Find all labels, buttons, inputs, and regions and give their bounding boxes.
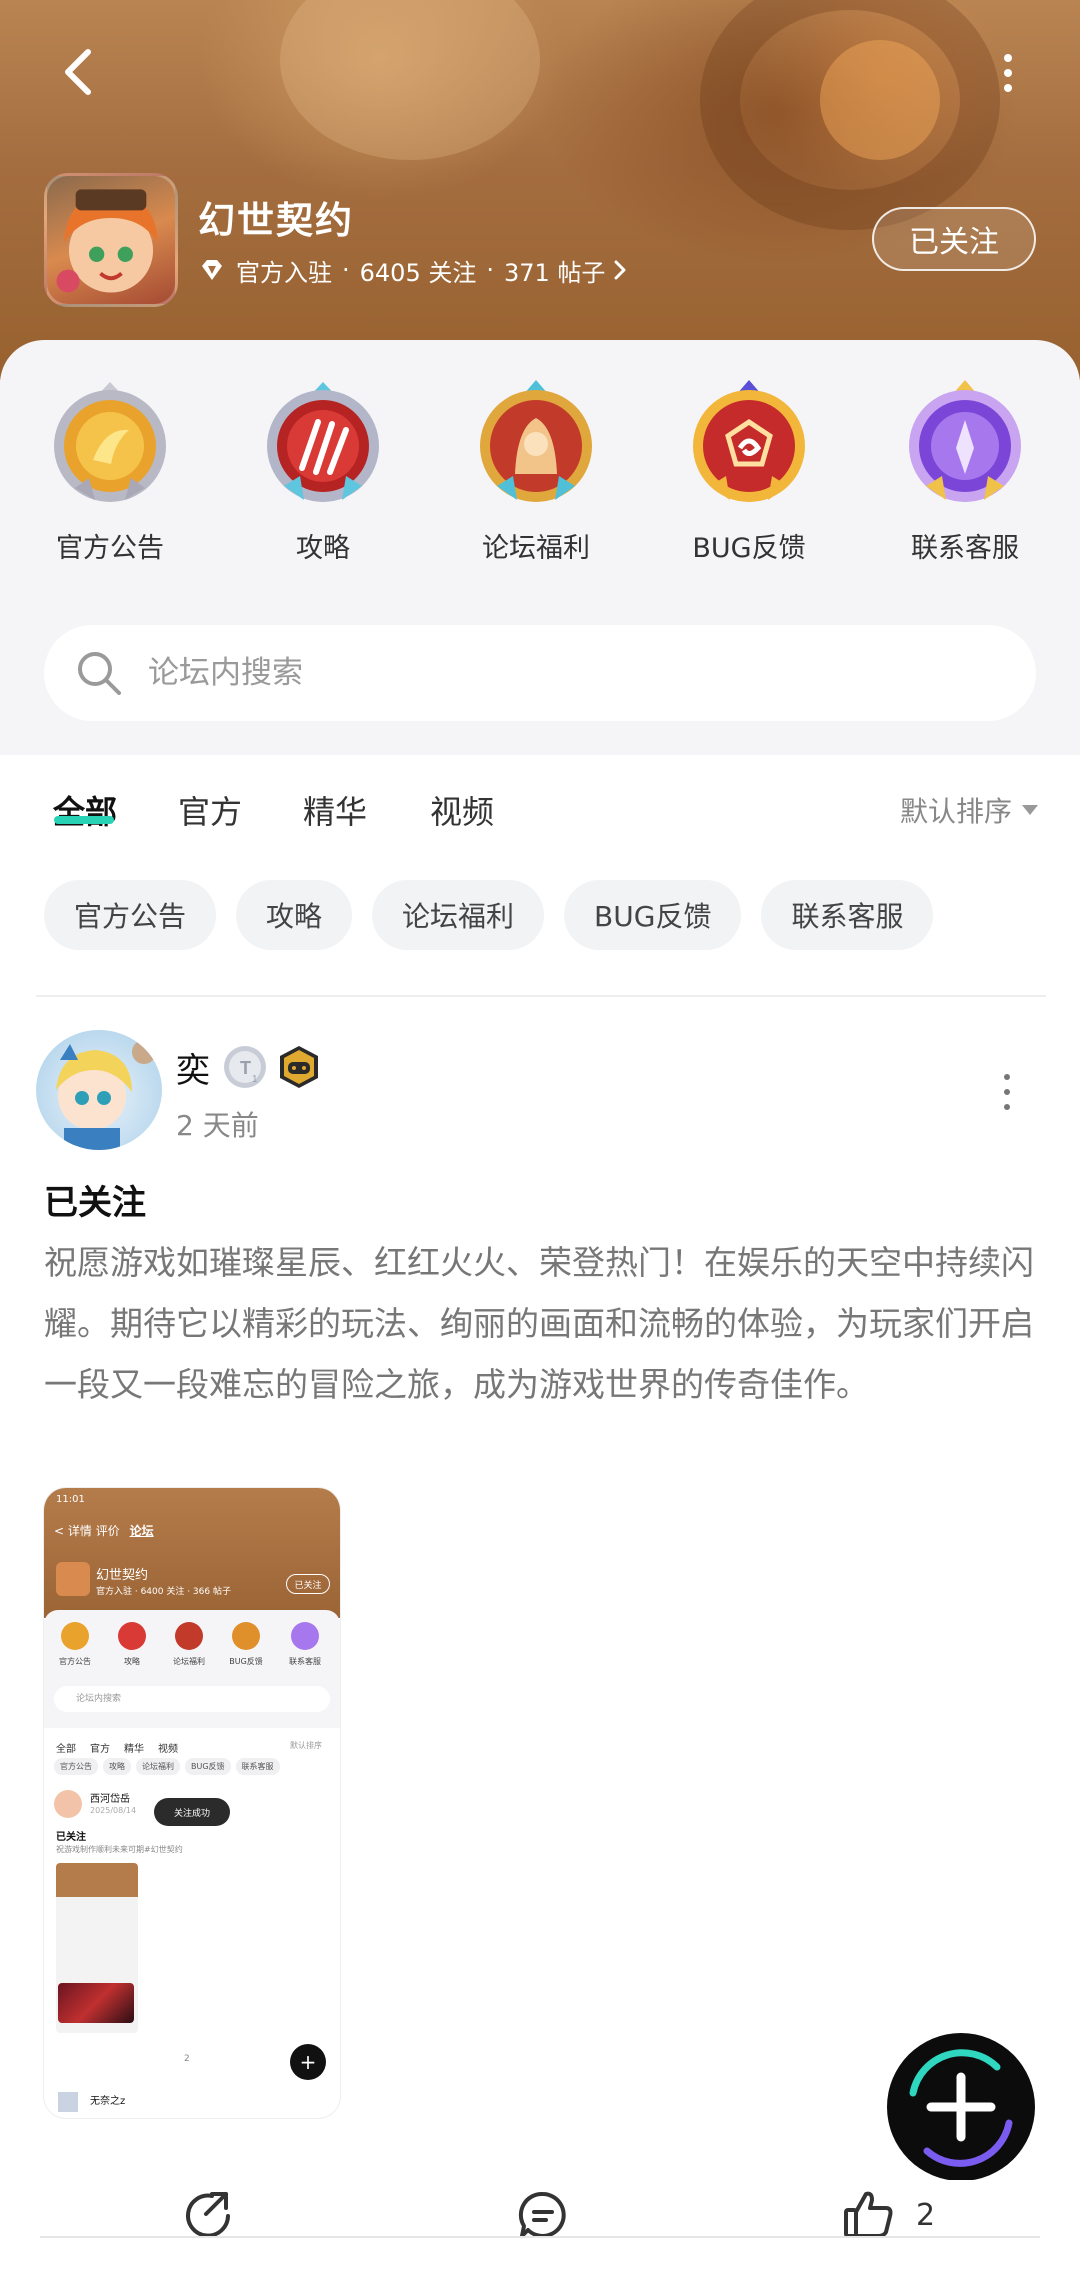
announcement-medal-icon [54,382,166,502]
header-art [280,0,540,160]
share-button[interactable] [182,2188,236,2242]
follow-count: 6405 关注 [359,258,477,287]
category-guide[interactable]: 攻略 [238,378,408,565]
tab-all[interactable]: 全部 [53,787,117,833]
post-action-bar: 2 [0,2180,1080,2269]
post-count: 371 帖子 [504,258,606,287]
divider [40,2236,1040,2238]
chip-announcement[interactable]: 官方公告 [44,880,217,950]
header-art [820,40,940,160]
welfare-hood-medal-icon [480,380,592,502]
game-meta[interactable]: 官方入驻 · 6405 关注 · 371 帖子 [198,252,629,288]
search-icon [74,648,124,698]
filter-chips: 官方公告 攻略 论坛福利 BUG反馈 联系客服 [44,880,953,950]
tab-official[interactable]: 官方 [178,787,242,833]
tab-video[interactable]: 视频 [430,787,494,833]
like-count: 2 [916,2197,936,2233]
more-options-button[interactable] [990,48,1026,98]
search-input[interactable] [148,655,948,691]
guide-claw-medal-icon [267,382,379,502]
support-crystal-medal-icon [909,380,1021,502]
tab-featured[interactable]: 精华 [303,787,367,833]
post-more-button[interactable] [1000,1074,1014,1110]
chip-bug-feedback[interactable]: BUG反馈 [564,880,742,950]
divider [36,995,1046,997]
plus-icon [909,2049,1013,2167]
category-panel: 官方公告 攻略 论坛福利 BUG反馈 联系客服 论坛内搜索 [0,340,1080,755]
svg-text:T: T [240,1058,251,1078]
create-post-button[interactable] [887,2033,1035,2181]
category-bug-feedback[interactable]: BUG反馈 [664,378,834,565]
verified-label: 官方入驻 [236,258,332,287]
thumbs-up-icon [844,2191,893,2238]
chip-guide[interactable]: 攻略 [236,880,353,950]
chip-welfare[interactable]: 论坛福利 [372,880,545,950]
bug-spiral-medal-icon [693,380,805,502]
caret-down-icon [1022,805,1039,815]
comment-button[interactable] [516,2188,570,2242]
post-body[interactable]: 祝愿游戏如璀璨星辰、红红火火、荣登热门！在娱乐的天空中持续闪耀。期待它以精彩的玩… [44,1232,1038,1415]
svg-text:1: 1 [252,1074,258,1085]
comment-icon [518,2191,566,2238]
like-button[interactable]: 2 [842,2188,935,2242]
category-welfare[interactable]: 论坛福利 [451,378,621,565]
game-title: 幻世契约 [198,199,354,242]
sort-label: 默认排序 [900,795,1013,828]
avatar[interactable] [36,1030,162,1150]
back-button[interactable] [48,40,108,104]
post-author[interactable]: 奕 [176,1043,210,1092]
active-tab-indicator [54,816,114,824]
game-icon[interactable] [44,173,178,307]
chip-support[interactable]: 联系客服 [761,880,934,950]
post-time: 2 天前 [176,1109,259,1142]
sort-dropdown[interactable]: 默认排序 [900,790,1039,830]
gamepad-badge-icon [280,1046,318,1088]
chevron-right-icon [611,259,629,281]
follow-button[interactable]: 已关注 [872,207,1036,271]
game-icon [56,1562,90,1596]
forum-search-bar[interactable] [44,625,1036,721]
diamond-icon [198,256,226,284]
chevron-left-icon [65,49,91,95]
category-support[interactable]: 联系客服 [880,378,1050,565]
level-badge-icon: T 1 [224,1046,266,1088]
share-icon [186,2192,230,2238]
post-title[interactable]: 已关注 [44,1175,146,1224]
post-image[interactable]: 11:01 < 详情 评价 论坛 幻世契约 官方入驻 · 6400 关注 · 3… [44,1488,340,2118]
category-announcement[interactable]: 官方公告 [25,378,195,565]
